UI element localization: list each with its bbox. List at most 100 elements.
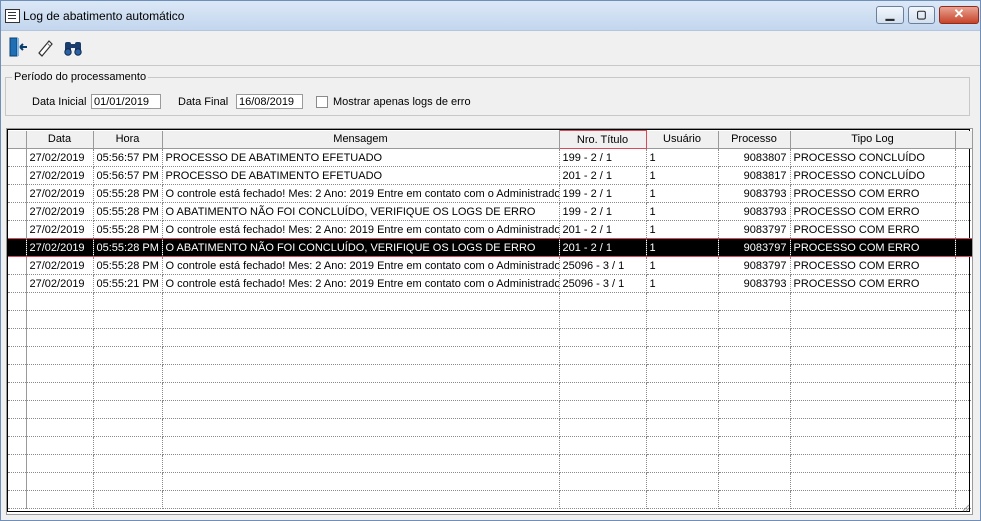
start-date-field[interactable]: 01/01/2019 <box>91 94 161 109</box>
cell-usuario[interactable]: 1 <box>646 256 719 275</box>
cell-hora[interactable]: 05:56:57 PM <box>93 148 163 167</box>
table-row[interactable]: 27/02/2019 05:55:28 PM O ABATIMENTO NÃO FO… <box>8 238 972 257</box>
row-indicator[interactable] <box>8 238 27 257</box>
cell-usuario[interactable]: 1 <box>646 220 719 239</box>
cell-hora[interactable]: 05:55:28 PM <box>93 238 163 257</box>
table-row[interactable]: 27/02/2019 05:55:21 PM O controle está fe… <box>8 274 972 293</box>
cell-hora[interactable]: 05:55:21 PM <box>93 274 163 293</box>
cell-usuario[interactable]: 1 <box>646 238 719 257</box>
cell-mensagem[interactable]: O ABATIMENTO NÃO FOI CONCLUÍDO, VERIFIQU… <box>162 238 560 257</box>
cell-processo[interactable]: 9083797 <box>718 256 791 275</box>
cell-hora[interactable]: 05:55:28 PM <box>93 184 163 203</box>
title-bar[interactable]: Log de abatimento automático ▁ ▢ ✕ <box>1 1 980 31</box>
table-row[interactable]: 27/02/2019 05:55:28 PM O ABATIMENTO NÃO FO… <box>8 202 972 221</box>
cell-usuario[interactable]: 1 <box>646 274 719 293</box>
cell-processo[interactable]: 9083793 <box>718 274 791 293</box>
resize-grip-icon[interactable] <box>960 502 970 512</box>
cell-processo[interactable]: 9083797 <box>718 220 791 239</box>
cell-tipo-log[interactable]: PROCESSO COM ERRO <box>790 202 956 221</box>
cell-nro-titulo[interactable]: 199 - 2 / 1 <box>559 184 647 203</box>
cell-data[interactable]: 27/02/2019 <box>26 256 94 275</box>
table-row[interactable]: 27/02/2019 05:56:57 PM PROCESSO DE ABATIME… <box>8 148 972 167</box>
close-button[interactable]: ✕ <box>939 6 979 24</box>
cell-hora[interactable]: 05:55:28 PM <box>93 202 163 221</box>
row-indicator[interactable] <box>8 328 27 347</box>
cell-processo[interactable]: 9083807 <box>718 148 791 167</box>
row-indicator[interactable] <box>8 382 27 401</box>
header-hora[interactable]: Hora <box>93 130 163 149</box>
cell-data[interactable]: 27/02/2019 <box>26 184 94 203</box>
row-indicator[interactable] <box>8 256 27 275</box>
cell-hora[interactable]: 05:55:28 PM <box>93 220 163 239</box>
header-tipo-log[interactable]: Tipo Log <box>790 130 956 149</box>
cell-usuario[interactable]: 1 <box>646 202 719 221</box>
cell-usuario[interactable]: 1 <box>646 166 719 185</box>
cell-data[interactable]: 27/02/2019 <box>26 238 94 257</box>
row-indicator[interactable] <box>8 346 27 365</box>
row-indicator[interactable] <box>8 490 27 509</box>
exit-button[interactable] <box>6 34 30 60</box>
cell-nro-titulo[interactable]: 201 - 2 / 1 <box>559 238 647 257</box>
cell-tipo-log[interactable]: PROCESSO COM ERRO <box>790 184 956 203</box>
row-indicator[interactable] <box>8 400 27 419</box>
errors-only-label[interactable]: Mostrar apenas logs de erro <box>333 96 471 108</box>
cell-mensagem[interactable]: O controle está fechado! Mes: 2 Ano: 201… <box>162 220 560 239</box>
cell-mensagem[interactable]: O controle está fechado! Mes: 2 Ano: 201… <box>162 184 560 203</box>
row-indicator[interactable] <box>8 292 27 311</box>
row-indicator[interactable] <box>8 220 27 239</box>
row-indicator[interactable] <box>8 184 27 203</box>
cell-mensagem[interactable]: PROCESSO DE ABATIMENTO EFETUADO <box>162 148 560 167</box>
cell-processo[interactable]: 9083793 <box>718 184 791 203</box>
table-row[interactable]: 27/02/2019 05:55:28 PM O controle está fe… <box>8 220 972 239</box>
cell-nro-titulo[interactable]: 199 - 2 / 1 <box>559 202 647 221</box>
cell-tipo-log[interactable]: PROCESSO COM ERRO <box>790 274 956 293</box>
cell-hora[interactable]: 05:55:28 PM <box>93 256 163 275</box>
cell-mensagem[interactable]: O controle está fechado! Mes: 2 Ano: 201… <box>162 274 560 293</box>
log-grid[interactable]: Data Hora Mensagem Nro. Título Usuário P… <box>6 128 973 515</box>
cell-tipo-log[interactable]: PROCESSO COM ERRO <box>790 238 956 257</box>
errors-only-checkbox[interactable] <box>316 96 328 108</box>
cell-processo[interactable]: 9083797 <box>718 238 791 257</box>
cell-data[interactable]: 27/02/2019 <box>26 220 94 239</box>
row-indicator[interactable] <box>8 472 27 491</box>
cell-data[interactable]: 27/02/2019 <box>26 274 94 293</box>
app-icon[interactable] <box>5 9 20 23</box>
cell-processo[interactable]: 9083793 <box>718 202 791 221</box>
header-processo[interactable]: Processo <box>718 130 791 149</box>
row-indicator[interactable] <box>8 310 27 329</box>
cell-mensagem[interactable]: PROCESSO DE ABATIMENTO EFETUADO <box>162 166 560 185</box>
row-indicator[interactable] <box>8 202 27 221</box>
row-indicator[interactable] <box>8 454 27 473</box>
table-row[interactable]: 27/02/2019 05:56:57 PM PROCESSO DE ABATIME… <box>8 166 972 185</box>
cell-usuario[interactable]: 1 <box>646 184 719 203</box>
header-nro-titulo[interactable]: Nro. Título <box>558 130 647 149</box>
cell-tipo-log[interactable]: PROCESSO CONCLUÍDO <box>790 148 956 167</box>
cell-nro-titulo[interactable]: 201 - 2 / 1 <box>559 220 647 239</box>
clear-button[interactable] <box>33 34 57 60</box>
row-indicator[interactable] <box>8 436 27 455</box>
cell-processo[interactable]: 9083817 <box>718 166 791 185</box>
cell-hora[interactable]: 05:56:57 PM <box>93 166 163 185</box>
table-row[interactable]: 27/02/2019 05:55:28 PM O controle está fe… <box>8 184 972 203</box>
row-indicator[interactable] <box>8 148 27 167</box>
header-usuario[interactable]: Usuário <box>646 130 719 149</box>
row-indicator[interactable] <box>8 364 27 383</box>
row-indicator[interactable] <box>8 166 27 185</box>
cell-mensagem[interactable]: O ABATIMENTO NÃO FOI CONCLUÍDO, VERIFIQU… <box>162 202 560 221</box>
row-indicator[interactable] <box>8 418 27 437</box>
cell-data[interactable]: 27/02/2019 <box>26 202 94 221</box>
cell-nro-titulo[interactable]: 201 - 2 / 1 <box>559 166 647 185</box>
cell-tipo-log[interactable]: PROCESSO CONCLUÍDO <box>790 166 956 185</box>
cell-data[interactable]: 27/02/2019 <box>26 166 94 185</box>
search-button[interactable] <box>61 34 85 60</box>
cell-nro-titulo[interactable]: 25096 - 3 / 1 <box>559 256 647 275</box>
cell-nro-titulo[interactable]: 25096 - 3 / 1 <box>559 274 647 293</box>
header-mensagem[interactable]: Mensagem <box>162 130 560 149</box>
table-row[interactable]: 27/02/2019 05:55:28 PM O controle está fe… <box>8 256 972 275</box>
cell-mensagem[interactable]: O controle está fechado! Mes: 2 Ano: 201… <box>162 256 560 275</box>
cell-tipo-log[interactable]: PROCESSO COM ERRO <box>790 256 956 275</box>
minimize-button[interactable]: ▁ <box>876 6 904 24</box>
cell-nro-titulo[interactable]: 199 - 2 / 1 <box>559 148 647 167</box>
cell-data[interactable]: 27/02/2019 <box>26 148 94 167</box>
cell-tipo-log[interactable]: PROCESSO COM ERRO <box>790 220 956 239</box>
